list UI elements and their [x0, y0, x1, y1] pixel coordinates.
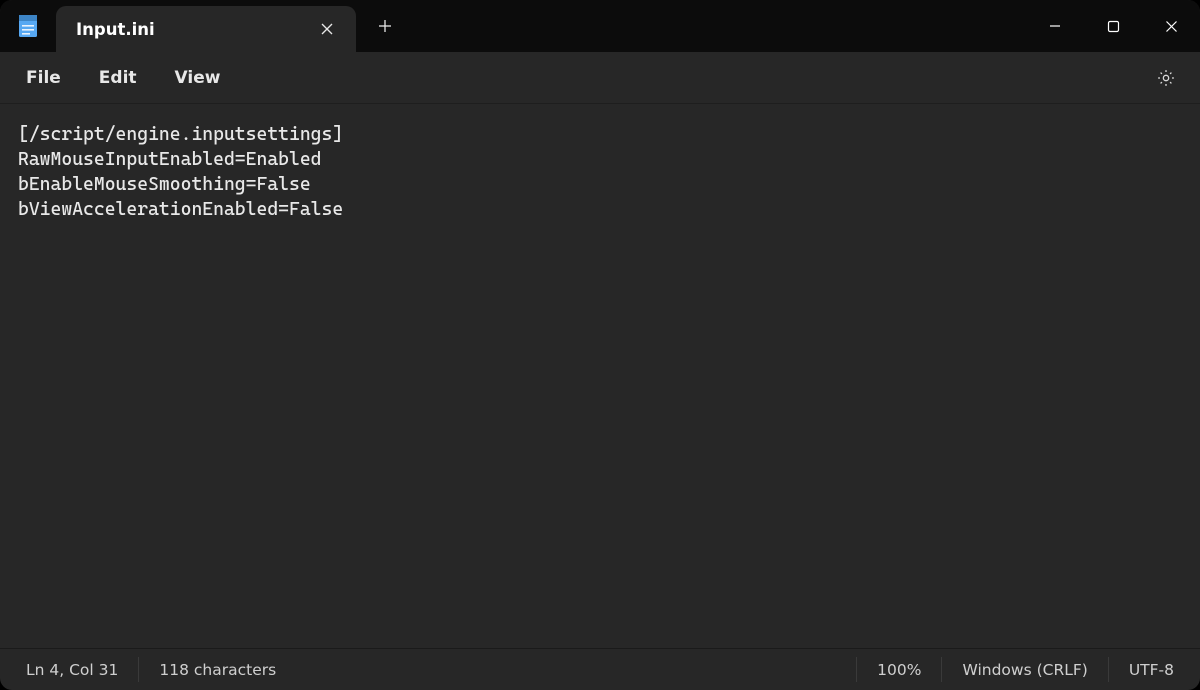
status-line-endings[interactable]: Windows (CRLF): [941, 657, 1107, 682]
statusbar: Ln 4, Col 31 118 characters 100% Windows…: [0, 648, 1200, 690]
text-editor[interactable]: [/script/engine.inputsettings] RawMouseI…: [0, 104, 1200, 648]
notepad-app-icon: [0, 0, 56, 52]
titlebar: Input.ini: [0, 0, 1200, 52]
maximize-icon: [1107, 20, 1120, 33]
minimize-button[interactable]: [1026, 0, 1084, 52]
settings-button[interactable]: [1146, 58, 1186, 98]
status-zoom[interactable]: 100%: [856, 657, 941, 682]
new-tab-button[interactable]: [370, 11, 400, 41]
file-tab[interactable]: Input.ini: [56, 6, 356, 52]
titlebar-drag-region[interactable]: [400, 0, 1026, 52]
tab-title: Input.ini: [76, 20, 296, 39]
tab-close-button[interactable]: [312, 14, 342, 44]
gear-icon: [1156, 68, 1176, 88]
minimize-icon: [1048, 19, 1062, 33]
close-icon: [321, 23, 333, 35]
menubar: File Edit View: [0, 52, 1200, 104]
menu-edit[interactable]: Edit: [81, 60, 155, 96]
window-close-button[interactable]: [1142, 0, 1200, 52]
status-char-count: 118 characters: [138, 657, 296, 682]
new-tab-area: [356, 0, 400, 52]
maximize-button[interactable]: [1084, 0, 1142, 52]
status-encoding[interactable]: UTF-8: [1108, 657, 1194, 682]
menu-file[interactable]: File: [8, 60, 79, 96]
plus-icon: [378, 19, 392, 33]
menu-view[interactable]: View: [157, 60, 239, 96]
window-controls: [1026, 0, 1200, 52]
notepad-window: Input.ini File Edit View: [0, 0, 1200, 690]
close-icon: [1165, 20, 1178, 33]
status-cursor-position[interactable]: Ln 4, Col 31: [6, 657, 138, 682]
